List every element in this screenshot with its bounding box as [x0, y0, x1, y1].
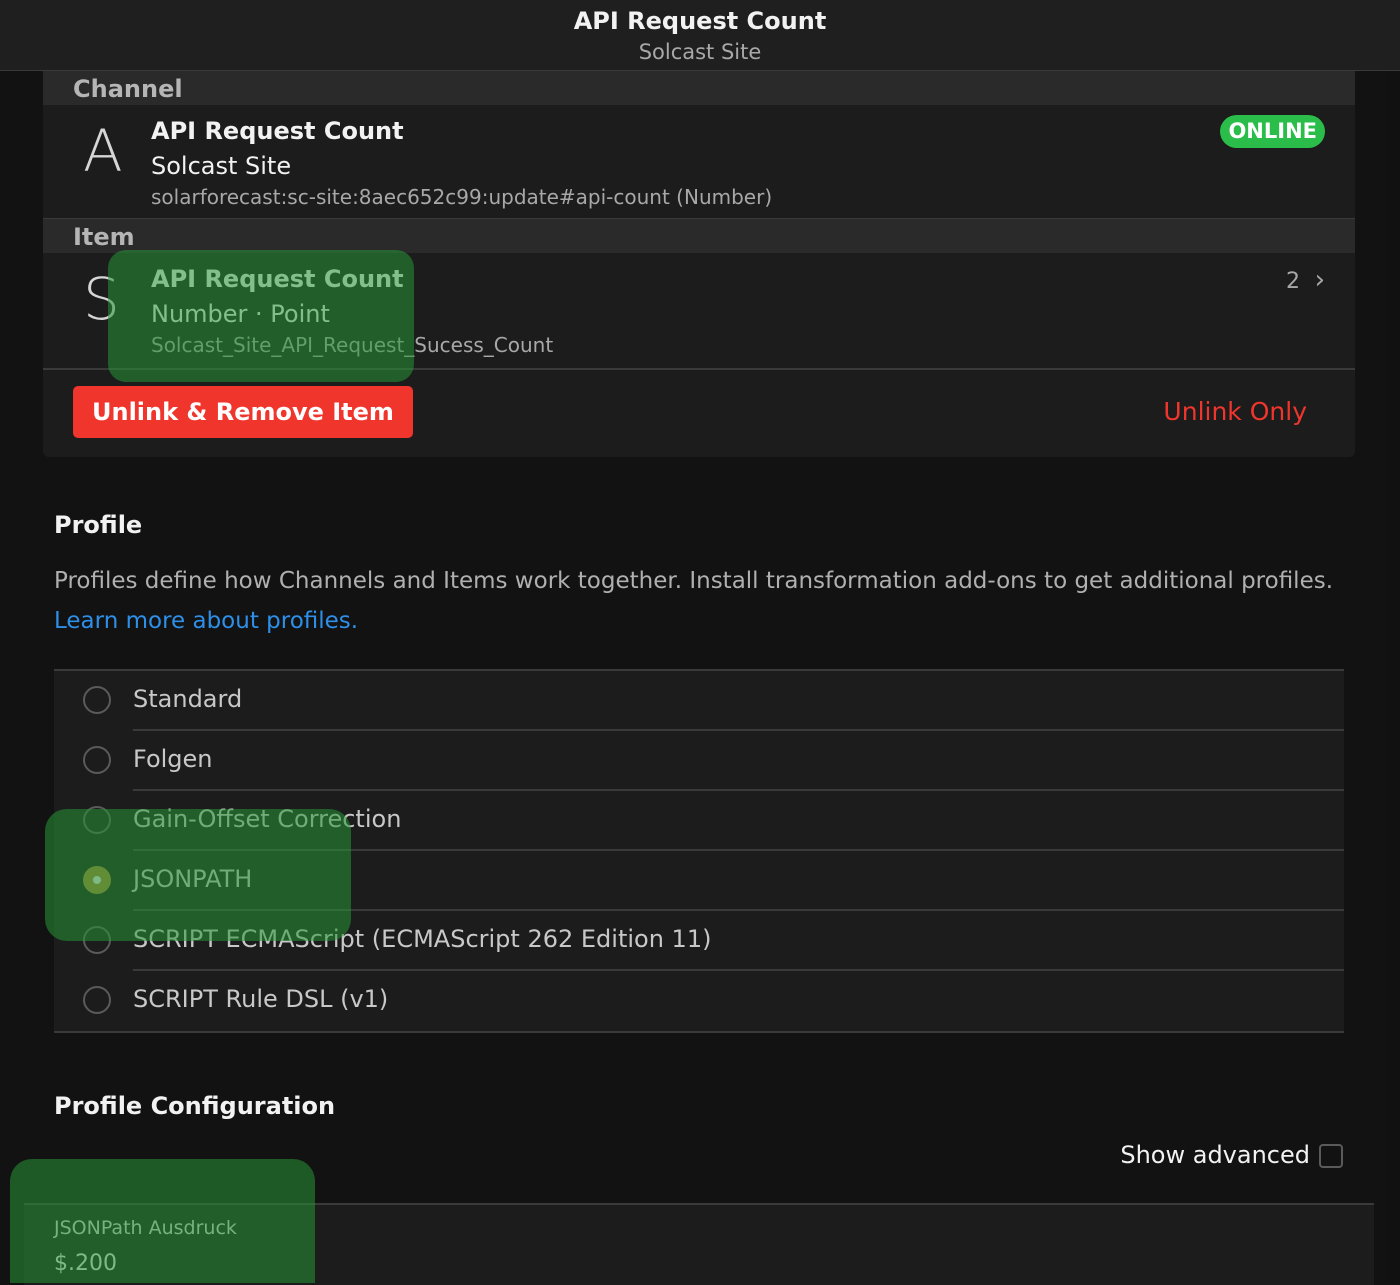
profile-option-label: Gain-Offset Correction	[133, 805, 402, 833]
status-badge: ONLINE	[1220, 115, 1325, 148]
page-title: API Request Count	[573, 7, 827, 35]
scrollbar[interactable]	[1386, 71, 1400, 1283]
profile-config-heading: Profile Configuration	[54, 1092, 336, 1120]
item-name: Solcast_Site_API_Request_Sucess_Count	[151, 333, 554, 357]
channel-avatar: A	[83, 117, 123, 185]
channel-uid: solarforecast:sc-site:8aec652c99:update#…	[151, 185, 773, 209]
navbar: API Request Count Solcast Site	[0, 0, 1400, 71]
page-subtitle: Solcast Site	[638, 40, 762, 64]
item-type: Number · Point	[151, 300, 330, 328]
show-advanced-checkbox[interactable]	[1319, 1144, 1343, 1168]
link-card: Channel A API Request Count Solcast Site…	[43, 71, 1355, 457]
jsonpath-field-label: JSONPath Ausdruck	[54, 1217, 237, 1239]
profile-heading: Profile	[54, 511, 143, 539]
item-row[interactable]: S API Request Count Number · Point Solca…	[43, 253, 1355, 370]
profile-option-script-rule-dsl[interactable]: SCRIPT Rule DSL (v1)	[54, 971, 1344, 1031]
profile-option-label: JSONPATH	[133, 865, 253, 893]
profiles-help-link[interactable]: Learn more about profiles.	[54, 608, 358, 634]
radio-button[interactable]	[83, 686, 111, 714]
radio-button[interactable]	[83, 986, 111, 1014]
radio-button[interactable]	[83, 746, 111, 774]
channel-thing: Solcast Site	[151, 152, 292, 180]
profile-option-folgen[interactable]: Folgen	[54, 731, 1344, 791]
profile-radio-list: Standard Folgen Gain-Offset Correction J…	[54, 669, 1344, 1033]
profile-option-label: Standard	[133, 685, 243, 713]
profile-option-jsonpath[interactable]: JSONPATH	[54, 851, 1344, 911]
profile-option-standard[interactable]: Standard	[54, 671, 1344, 731]
channel-section-title: Channel	[43, 71, 1355, 105]
unlink-only-button[interactable]: Unlink Only	[1163, 397, 1307, 426]
profile-option-label: SCRIPT Rule DSL (v1)	[133, 985, 389, 1013]
profile-option-label: Folgen	[133, 745, 213, 773]
item-title: API Request Count	[151, 265, 404, 293]
profile-description: Profiles define how Channels and Items w…	[54, 568, 1334, 594]
unlink-remove-item-button[interactable]: Unlink & Remove Item	[73, 386, 413, 438]
profile-option-script-ecmascript[interactable]: SCRIPT ECMAScript (ECMAScript 262 Editio…	[54, 911, 1344, 971]
profile-option-label: SCRIPT ECMAScript (ECMAScript 262 Editio…	[133, 925, 712, 953]
jsonpath-field-value[interactable]: $.200	[54, 1251, 117, 1276]
item-avatar: S	[83, 265, 120, 333]
item-link-count: 2	[1286, 269, 1300, 294]
jsonpath-field[interactable]: JSONPath Ausdruck $.200	[24, 1203, 1374, 1285]
channel-title: API Request Count	[151, 117, 404, 145]
item-section-title: Item	[43, 219, 1355, 253]
profile-option-gain-offset[interactable]: Gain-Offset Correction	[54, 791, 1344, 851]
show-advanced-label[interactable]: Show advanced	[1120, 1141, 1310, 1169]
channel-row[interactable]: A API Request Count Solcast Site solarfo…	[43, 105, 1355, 220]
radio-button[interactable]	[83, 926, 111, 954]
radio-button[interactable]	[83, 806, 111, 834]
chevron-right-icon: ›	[1314, 265, 1325, 295]
radio-button-checked[interactable]	[83, 866, 111, 894]
